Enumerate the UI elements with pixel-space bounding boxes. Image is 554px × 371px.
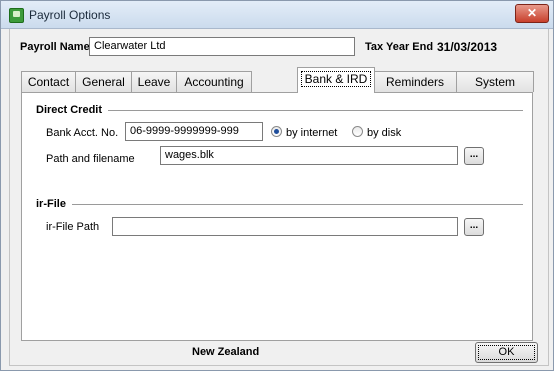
tab-bank-ird-label: Bank & IRD	[300, 71, 372, 87]
direct-credit-title: Direct Credit	[36, 104, 109, 116]
tax-year-end-value: 31/03/2013	[437, 40, 498, 54]
by-internet-radio[interactable]	[271, 126, 282, 137]
ir-file-title: ir-File	[36, 198, 72, 210]
payroll-name-input[interactable]: Clearwater Ltd	[89, 37, 355, 56]
tab-system-label: System	[474, 75, 515, 89]
title-bar[interactable]: Payroll Options ✕	[1, 1, 553, 29]
tab-reminders-label: Reminders	[385, 75, 445, 89]
country-label: New Zealand	[192, 346, 260, 358]
path-browse-button[interactable]: ...	[464, 147, 484, 165]
direct-credit-separator	[36, 110, 523, 111]
bank-acct-label: Bank Acct. No.	[46, 127, 119, 139]
ir-file-separator	[36, 204, 523, 205]
tab-contact-label: Contact	[27, 75, 70, 89]
by-disk-label[interactable]: by disk	[367, 127, 401, 139]
ir-file-path-input[interactable]	[112, 217, 458, 236]
tab-leave-label: Leave	[137, 75, 171, 89]
ok-button[interactable]: OK	[475, 342, 538, 363]
path-filename-input[interactable]: wages.blk	[160, 146, 458, 165]
close-button[interactable]: ✕	[515, 4, 549, 23]
ir-file-browse-button[interactable]: ...	[464, 218, 484, 236]
tab-bank-ird[interactable]: Bank & IRD	[297, 67, 375, 93]
tab-accounting[interactable]: Accounting	[176, 71, 252, 92]
by-disk-radio[interactable]	[352, 126, 363, 137]
app-icon	[9, 8, 24, 23]
tab-accounting-label: Accounting	[184, 75, 244, 89]
tab-general[interactable]: General	[75, 71, 132, 92]
path-filename-label: Path and filename	[46, 153, 135, 165]
tab-contact[interactable]: Contact	[21, 71, 76, 92]
tab-system[interactable]: System	[456, 71, 534, 92]
tax-year-end-label: Tax Year End	[365, 41, 434, 53]
by-internet-label[interactable]: by internet	[286, 127, 337, 139]
tab-reminders[interactable]: Reminders	[373, 71, 457, 92]
ir-file-path-label: ir-File Path	[46, 221, 100, 233]
bank-acct-input[interactable]: 06-9999-9999999-999	[125, 122, 263, 141]
window-title: Payroll Options	[29, 8, 111, 22]
tab-leave[interactable]: Leave	[131, 71, 177, 92]
tab-general-label: General	[82, 75, 125, 89]
payroll-name-label: Payroll Name	[20, 41, 90, 53]
